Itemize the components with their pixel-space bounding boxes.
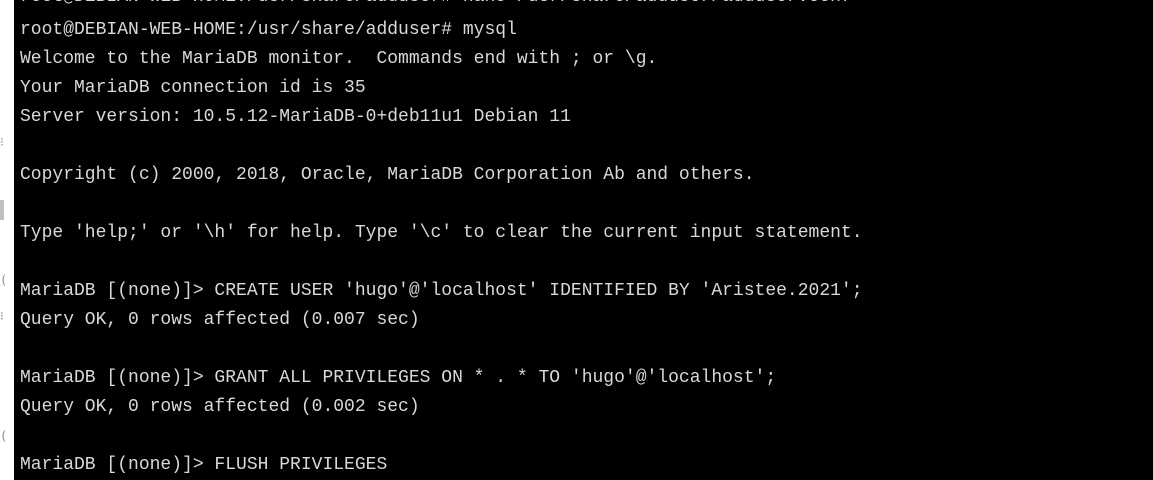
edge-scroll-mark <box>0 200 4 220</box>
terminal-line: Your MariaDB connection id is 35 <box>20 78 366 98</box>
edge-mark-icon: ⁝ <box>0 309 4 323</box>
edge-mark-icon: ( <box>0 429 8 443</box>
terminal-line: Query OK, 0 rows affected (0.002 sec) <box>20 397 420 417</box>
terminal-line: MariaDB [(none)]> CREATE USER 'hugo'@'lo… <box>20 281 863 301</box>
terminal-line: MariaDB [(none)]> FLUSH PRIVILEGES <box>20 455 388 475</box>
left-window-edge: ⁝ ( ⁝ ( <box>0 0 14 480</box>
terminal-line: root@DEBIAN-WEB-HOME:/usr/share/adduser#… <box>20 0 852 8</box>
terminal-window[interactable]: ⁝ ( ⁝ ( root@DEBIAN-WEB-HOME:/usr/share/… <box>0 0 1153 480</box>
terminal-line: Server version: 10.5.12-MariaDB-0+deb11u… <box>20 107 571 127</box>
edge-mark-icon: ( <box>0 273 8 287</box>
terminal-line: Query OK, 0 rows affected (0.007 sec) <box>20 310 420 330</box>
edge-mark-icon: ⁝ <box>0 135 4 149</box>
terminal-line: Copyright (c) 2000, 2018, Oracle, MariaD… <box>20 165 755 185</box>
terminal-line: Type 'help;' or '\h' for help. Type '\c'… <box>20 223 863 243</box>
terminal-line: MariaDB [(none)]> GRANT ALL PRIVILEGES O… <box>20 368 777 388</box>
terminal-line: Welcome to the MariaDB monitor. Commands… <box>20 49 658 69</box>
terminal-line: root@DEBIAN-WEB-HOME:/usr/share/adduser#… <box>20 20 517 40</box>
terminal-output[interactable]: root@DEBIAN-WEB-HOME:/usr/share/adduser#… <box>20 0 1153 480</box>
